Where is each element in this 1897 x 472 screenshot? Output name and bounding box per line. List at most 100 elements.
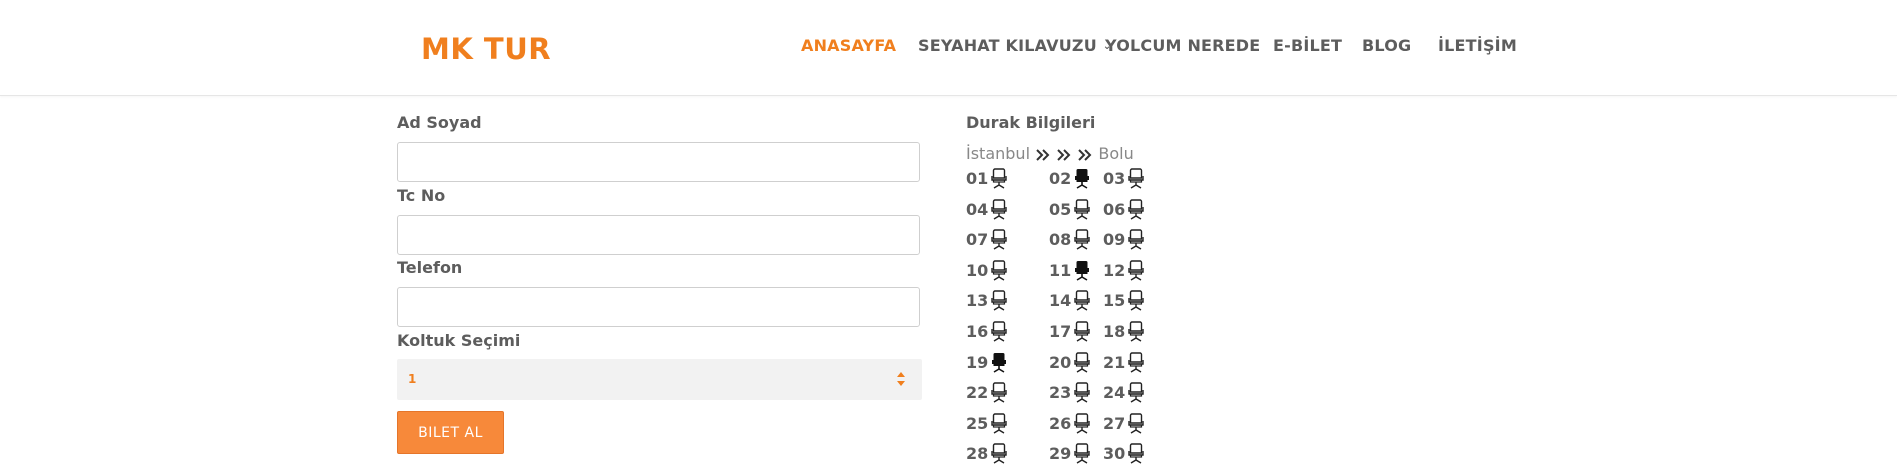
seat-07[interactable]: 07 [966, 228, 1009, 254]
seat-17[interactable]: 17 [1049, 320, 1092, 346]
seat-number: 19 [966, 352, 989, 372]
double-chevron-right-icon [1078, 148, 1092, 161]
seat-23[interactable]: 23 [1049, 381, 1092, 407]
seat-taken-icon [1075, 260, 1090, 281]
seat-number: 07 [966, 230, 989, 250]
seat-available-icon [1074, 321, 1090, 342]
nav-where-is-passenger[interactable]: YOLCUM NEREDE [1105, 36, 1260, 55]
seat-number: 01 [966, 169, 989, 188]
seat-number: 10 [966, 260, 989, 280]
nav-e-ticket[interactable]: E-BİLET [1273, 36, 1342, 55]
seat-21[interactable]: 21 [1103, 351, 1146, 377]
seat-available-icon [1074, 413, 1090, 434]
phone-input[interactable] [397, 287, 920, 327]
seat-available-icon [1128, 198, 1144, 220]
buy-ticket-button[interactable]: BILET AL [397, 411, 504, 454]
seat-available-icon [1128, 229, 1144, 250]
seat-number: 08 [1049, 230, 1072, 250]
seat-27[interactable]: 27 [1103, 412, 1146, 438]
seat-01[interactable]: 01 [966, 167, 1009, 193]
seat-02[interactable]: 02 [1049, 167, 1092, 193]
seat-taken-icon [1075, 169, 1090, 189]
seat-number: 05 [1049, 199, 1072, 219]
seat-number: 27 [1103, 413, 1126, 433]
seat-number: 26 [1049, 413, 1072, 433]
seat-number: 18 [1103, 322, 1126, 341]
seat-number: 20 [1049, 352, 1072, 372]
seat-03[interactable]: 03 [1103, 167, 1146, 193]
seat-number: 22 [966, 383, 989, 403]
tc-input[interactable] [397, 215, 920, 255]
nav-contact[interactable]: İLETİŞİM [1438, 36, 1517, 55]
seat-number: 09 [1103, 230, 1126, 250]
seat-available-icon [1128, 382, 1144, 403]
seat-select-label: Koltuk Seçimi [397, 331, 521, 350]
seat-available-icon [1128, 290, 1144, 311]
seat-number: 14 [1049, 291, 1072, 311]
seat-08[interactable]: 08 [1049, 228, 1092, 254]
seat-number: 11 [1049, 260, 1072, 280]
seat-30[interactable]: 30 [1103, 442, 1146, 468]
seat-number: 24 [1103, 383, 1126, 403]
seat-available-icon [991, 321, 1007, 342]
seat-19[interactable]: 19 [966, 351, 1009, 377]
seat-available-icon [1128, 443, 1144, 464]
seat-number: 23 [1049, 383, 1072, 403]
nav-blog[interactable]: BLOG [1362, 36, 1411, 55]
seat-available-icon [991, 229, 1007, 250]
seat-available-icon [991, 382, 1007, 403]
seat-number: 21 [1103, 352, 1126, 372]
nav-travel-guide[interactable]: SEYAHAT KILAVUZU ⌄ [918, 36, 1112, 55]
seat-number: 28 [966, 444, 989, 464]
nav-travel-guide-label: SEYAHAT KILAVUZU [918, 36, 1097, 55]
seat-number: 17 [1049, 322, 1072, 341]
route-line: İstanbul Bolu [966, 144, 1134, 163]
seat-24[interactable]: 24 [1103, 381, 1146, 407]
seat-number: 12 [1103, 260, 1126, 280]
seat-11[interactable]: 11 [1049, 259, 1092, 285]
name-label: Ad Soyad [397, 113, 482, 132]
route-from: İstanbul [966, 144, 1031, 163]
seat-available-icon [1128, 351, 1144, 373]
seat-14[interactable]: 14 [1049, 289, 1092, 315]
seat-06[interactable]: 06 [1103, 198, 1146, 224]
seat-16[interactable]: 16 [966, 320, 1009, 346]
seat-available-icon [1074, 443, 1090, 464]
seat-12[interactable]: 12 [1103, 259, 1146, 285]
seat-available-icon [1128, 168, 1144, 189]
seat-number: 15 [1103, 291, 1126, 311]
name-input[interactable] [397, 142, 920, 182]
seat-available-icon [1074, 351, 1090, 373]
seat-available-icon [991, 198, 1007, 220]
site-header: MK TUR ANASAYFA SEYAHAT KILAVUZU ⌄ YOLCUM… [0, 0, 1897, 96]
seat-10[interactable]: 10 [966, 259, 1009, 285]
seat-04[interactable]: 04 [966, 198, 1009, 224]
seat-available-icon [1074, 290, 1090, 311]
site-logo[interactable]: MK TUR [421, 32, 551, 66]
seat-29[interactable]: 29 [1049, 442, 1092, 468]
seat-available-icon [991, 443, 1007, 464]
seat-09[interactable]: 09 [1103, 228, 1146, 254]
seat-available-icon [1074, 382, 1090, 403]
nav-home[interactable]: ANASAYFA [801, 36, 896, 55]
seat-28[interactable]: 28 [966, 442, 1009, 468]
route-to: Bolu [1098, 144, 1134, 163]
seat-13[interactable]: 13 [966, 289, 1009, 315]
seat-25[interactable]: 25 [966, 412, 1009, 438]
seat-18[interactable]: 18 [1103, 320, 1146, 346]
seat-select[interactable]: 1 [397, 359, 922, 400]
seat-available-icon [1074, 198, 1090, 220]
seat-05[interactable]: 05 [1049, 198, 1092, 224]
seat-22[interactable]: 22 [966, 381, 1009, 407]
seat-number: 30 [1103, 444, 1126, 464]
seat-26[interactable]: 26 [1049, 412, 1092, 438]
seat-available-icon [1074, 229, 1090, 250]
seat-taken-icon [992, 352, 1007, 373]
seat-number: 16 [966, 322, 989, 341]
seat-20[interactable]: 20 [1049, 351, 1092, 377]
stops-title: Durak Bilgileri [966, 113, 1096, 132]
seat-15[interactable]: 15 [1103, 289, 1146, 315]
tc-label: Tc No [397, 186, 446, 205]
seat-select-value: 1 [408, 372, 417, 386]
seat-number: 06 [1103, 199, 1126, 219]
